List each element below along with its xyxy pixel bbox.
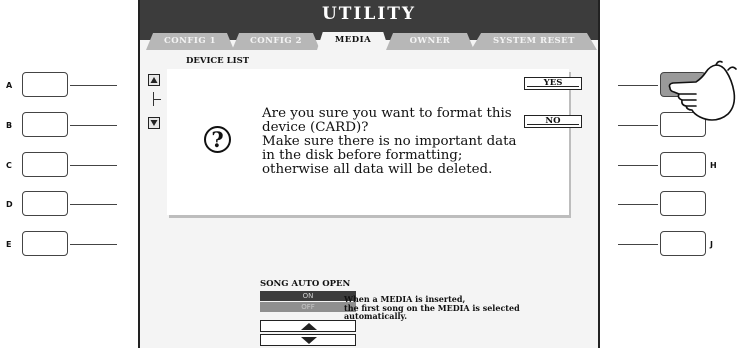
connector-line bbox=[70, 85, 117, 86]
song-auto-open-on-option[interactable]: ON bbox=[260, 291, 356, 301]
dialog-message-line: Make sure there is no important data bbox=[262, 134, 517, 149]
scroll-up-button[interactable] bbox=[148, 74, 160, 86]
dialog-message: Are you sure you want to format this dev… bbox=[262, 107, 517, 177]
dialog-message-line: in the disk before formatting; bbox=[262, 148, 463, 163]
side-letter-a: A bbox=[6, 81, 13, 90]
connector-line bbox=[618, 204, 658, 205]
triangle-down-icon bbox=[150, 120, 158, 126]
side-letter-d: D bbox=[6, 200, 13, 209]
side-letter-j: J bbox=[710, 240, 713, 249]
page-title: UTILITY bbox=[321, 4, 417, 24]
dialog-message-line: device (CARD)? bbox=[262, 120, 369, 135]
question-mark-icon: ? bbox=[204, 126, 231, 153]
side-button-i[interactable] bbox=[660, 191, 706, 216]
side-button-c[interactable] bbox=[22, 152, 68, 177]
side-button-d[interactable] bbox=[22, 191, 68, 216]
connector-line bbox=[618, 85, 658, 86]
connector-line bbox=[70, 204, 117, 205]
connector-line bbox=[618, 165, 658, 166]
side-button-e[interactable] bbox=[22, 231, 68, 256]
tree-line bbox=[153, 99, 161, 100]
side-letter-h: H bbox=[710, 161, 717, 170]
triangle-up-icon bbox=[301, 323, 317, 330]
song-auto-open-up-button[interactable] bbox=[260, 320, 356, 332]
dialog-message-line: Are you sure you want to format this bbox=[262, 106, 512, 121]
song-auto-open-down-button[interactable] bbox=[260, 334, 356, 346]
side-letter-c: C bbox=[6, 161, 12, 170]
connector-line bbox=[70, 244, 117, 245]
side-button-b[interactable] bbox=[22, 112, 68, 137]
lcd-screen: UTILITY CONFIG 1 CONFIG 2 MEDIA OWNER SY… bbox=[138, 0, 600, 348]
yes-button[interactable]: YES bbox=[524, 77, 582, 90]
song-auto-open-off-option[interactable]: OFF bbox=[260, 302, 356, 312]
side-button-h[interactable] bbox=[660, 152, 706, 177]
side-letter-b: B bbox=[6, 121, 13, 130]
side-button-a[interactable] bbox=[22, 72, 68, 97]
device-list-label: DEVICE LIST bbox=[186, 56, 250, 66]
triangle-up-icon bbox=[150, 77, 158, 83]
connector-line bbox=[618, 244, 658, 245]
song-auto-open-description: When a MEDIA is inserted, the first song… bbox=[344, 295, 520, 321]
tab-owner[interactable]: OWNER bbox=[386, 33, 474, 50]
tab-config-2[interactable]: CONFIG 2 bbox=[232, 33, 320, 50]
side-button-j[interactable] bbox=[660, 231, 706, 256]
dialog-message-line: otherwise all data will be deleted. bbox=[262, 162, 493, 177]
song-auto-open-label: SONG AUTO OPEN bbox=[260, 279, 351, 289]
side-letter-e: E bbox=[6, 240, 12, 249]
connector-line bbox=[618, 125, 658, 126]
connector-line bbox=[70, 125, 117, 126]
tab-config-1[interactable]: CONFIG 1 bbox=[146, 33, 234, 50]
tab-system-reset[interactable]: SYSTEM RESET bbox=[471, 33, 597, 50]
tab-media[interactable]: MEDIA bbox=[317, 32, 389, 50]
scroll-down-button[interactable] bbox=[148, 117, 160, 129]
no-button[interactable]: NO bbox=[524, 115, 582, 128]
pointing-hand-icon bbox=[668, 60, 737, 121]
description-line: automatically. bbox=[344, 311, 408, 321]
triangle-down-icon bbox=[301, 337, 317, 344]
format-confirm-dialog: ? Are you sure you want to format this d… bbox=[167, 69, 582, 215]
connector-line bbox=[70, 165, 117, 166]
